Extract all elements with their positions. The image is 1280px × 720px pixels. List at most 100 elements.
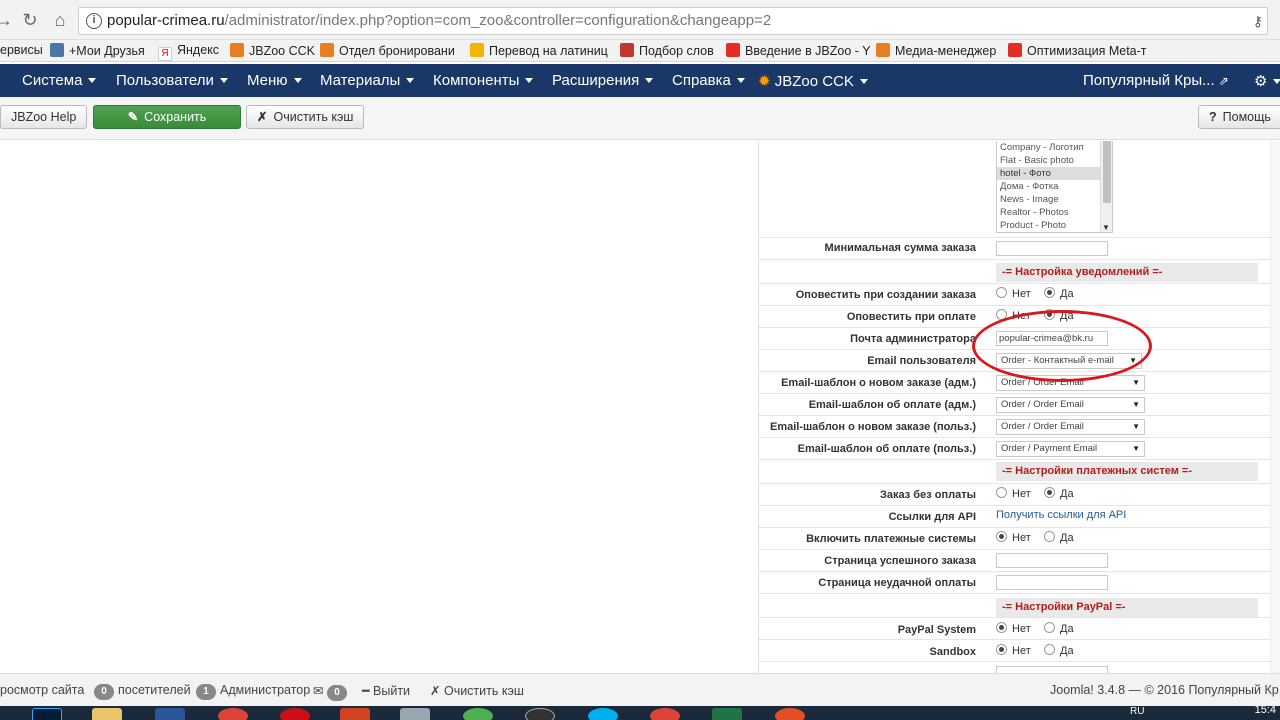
enable-pay-label: Включить платежные системы <box>806 533 976 545</box>
chevron-down-icon[interactable]: ▼ <box>1102 223 1110 232</box>
bookmark-booking[interactable]: Отдел бронировани <box>320 43 455 58</box>
api-links-link[interactable]: Получить ссылки для API <box>996 509 1126 521</box>
chrome-app-icon[interactable] <box>218 708 248 720</box>
enable-pay-no[interactable]: Нет <box>996 531 1031 544</box>
list-item[interactable]: hotel - Фото <box>997 167 1112 180</box>
sandbox-yes[interactable]: Да <box>1044 644 1074 657</box>
tpl-new-admin-row: Email-шаблон о новом заказе (адм.) Order… <box>759 372 1271 394</box>
explorer-app-icon[interactable] <box>92 708 122 720</box>
menu-extensions[interactable]: Расширения <box>552 72 654 89</box>
tpl-pay-admin-select[interactable]: Order / Order Email ▼ <box>996 397 1145 413</box>
excel-app-icon[interactable] <box>712 708 742 720</box>
bookmark-services[interactable]: ервисы <box>0 43 43 57</box>
list-item[interactable]: Дома - Фотка <box>997 180 1112 193</box>
tpl-new-admin-select[interactable]: Order / Order Email ▼ <box>996 375 1145 391</box>
page-scrollbar[interactable] <box>1270 141 1280 673</box>
no-pay-order-yes[interactable]: Да <box>1044 487 1074 500</box>
taskbar-clock[interactable]: 15:4 <box>1255 706 1276 716</box>
site-link[interactable]: Популярный Кры... ⇗ <box>1083 72 1229 89</box>
messages-status[interactable]: ✉ 0 <box>313 683 351 701</box>
tpl-new-user-select[interactable]: Order / Order Email ▼ <box>996 419 1145 435</box>
list-item[interactable]: Product - Photo <box>997 219 1112 232</box>
app-icon-2[interactable] <box>775 708 805 720</box>
image-element-listbox[interactable]: Company - Логотип Flat - Basic photo hot… <box>996 141 1113 233</box>
bookmark-media[interactable]: Медиа-менеджер <box>876 43 996 58</box>
clear-cache-button[interactable]: ✗ Очистить кэш <box>246 105 365 129</box>
user-email-select[interactable]: Order - Контактный e-mail ▼ <box>996 353 1142 369</box>
menu-help[interactable]: Справка <box>672 72 745 89</box>
jbzoo-help-button[interactable]: JBZoo Help <box>0 105 88 129</box>
url-field[interactable]: i popular-crimea.ru/administrator/index.… <box>78 7 1268 35</box>
broom-icon: ✗ <box>430 684 441 698</box>
joomla-icon <box>230 43 244 57</box>
min-order-row: Минимальная сумма заказа <box>759 238 1271 260</box>
notify-create-yes[interactable]: Да <box>1044 287 1074 300</box>
fail-page-input[interactable] <box>996 575 1108 590</box>
word-app-icon[interactable] <box>155 708 185 720</box>
admin-mail-input[interactable]: popular-crimea@bk.ru <box>996 331 1108 346</box>
paypal-system-row: PayPal System Нет Да <box>759 618 1271 640</box>
list-item[interactable]: Realtor - Photos <box>997 206 1112 219</box>
menu-components[interactable]: Компоненты <box>433 72 534 89</box>
messages-count-badge: 0 <box>326 685 347 701</box>
broom-icon: ✗ <box>257 110 268 124</box>
bookmark-wordstat[interactable]: Подбор слов <box>620 43 714 58</box>
key-icon[interactable]: ⚷ <box>1253 8 1263 34</box>
menu-system[interactable]: Система <box>22 72 97 89</box>
dropdown-arrow-icon: ▼ <box>1132 400 1140 409</box>
menu-jbzoo[interactable]: ✹ JBZoo CCK <box>758 72 868 90</box>
torrent-app-icon[interactable] <box>463 708 493 720</box>
notify-section-row: -= Настройка уведомлений =- <box>759 260 1271 284</box>
home-icon[interactable]: ⌂ <box>50 10 70 30</box>
enable-pay-yes[interactable]: Да <box>1044 531 1074 544</box>
chrome-app-icon-2[interactable] <box>650 708 680 720</box>
bookmark-yandex[interactable]: Я Яндекс <box>158 43 219 61</box>
help-button[interactable]: ? Помощь <box>1198 105 1280 129</box>
save-button[interactable]: ✎ Сохранить <box>93 105 241 129</box>
list-item[interactable]: Flat - Basic photo <box>997 154 1112 167</box>
scrollbar-thumb[interactable] <box>1103 141 1111 203</box>
enable-pay-row: Включить платежные системы Нет Да <box>759 528 1271 550</box>
bookmark-translit[interactable]: Перевод на латиниц <box>470 43 608 58</box>
user-menu[interactable]: ⚙ <box>1254 72 1280 90</box>
paypal-system-yes[interactable]: Да <box>1044 622 1074 635</box>
list-item[interactable]: News - Image <box>997 193 1112 206</box>
notify-create-no[interactable]: Нет <box>996 287 1031 300</box>
no-pay-order-no[interactable]: Нет <box>996 487 1031 500</box>
notify-pay-yes[interactable]: Да <box>1044 309 1074 322</box>
logout-link[interactable]: ━ Выйти <box>362 683 410 698</box>
opera-app-icon[interactable] <box>280 708 310 720</box>
menu-menus[interactable]: Меню <box>247 72 302 89</box>
skype-app-icon[interactable] <box>588 708 618 720</box>
min-order-input[interactable] <box>996 241 1108 256</box>
next-input[interactable] <box>996 666 1108 673</box>
list-item[interactable]: Company - Логотип <box>997 141 1112 154</box>
preview-site-link[interactable]: росмотр сайта <box>0 683 84 697</box>
reload-icon[interactable]: ↻ <box>20 10 40 30</box>
notify-pay-no[interactable]: Нет <box>996 309 1031 322</box>
bookmark-youtube-jbzoo[interactable]: Введение в JBZoo - Y <box>726 43 871 58</box>
back-icon[interactable]: → <box>0 10 14 30</box>
info-icon[interactable]: i <box>86 13 102 29</box>
tpl-pay-user-select[interactable]: Order / Payment Email ▼ <box>996 441 1145 457</box>
tpl-pay-user-row: Email-шаблон об оплате (польз.) Order / … <box>759 438 1271 460</box>
sandbox-no[interactable]: Нет <box>996 644 1031 657</box>
language-indicator[interactable]: RU <box>1130 706 1144 717</box>
app-icon[interactable] <box>400 708 430 720</box>
paypal-system-no[interactable]: Нет <box>996 622 1031 635</box>
radio-checked-icon <box>1044 287 1055 298</box>
api-links-row: Ссылки для API Получить ссылки для API <box>759 506 1271 528</box>
statusbar-clear-cache[interactable]: ✗ Очистить кэш <box>430 683 524 698</box>
bookmarks-bar: ервисы +Мои Друзья Я Яндекс JBZoo CCK Отд… <box>0 40 1280 62</box>
powerpoint-app-icon[interactable] <box>340 708 370 720</box>
photoshop-app-icon[interactable] <box>32 708 62 720</box>
listbox-scrollbar[interactable]: ▼ <box>1100 141 1112 232</box>
menu-users[interactable]: Пользователи <box>116 72 228 89</box>
success-page-input[interactable] <box>996 553 1108 568</box>
bookmark-friends[interactable]: +Мои Друзья <box>50 43 145 58</box>
menu-content[interactable]: Материалы <box>320 72 415 89</box>
caret-icon <box>1273 79 1280 84</box>
bookmark-jbzoo[interactable]: JBZoo CCK <box>230 43 315 58</box>
clock-app-icon[interactable] <box>525 708 555 720</box>
bookmark-meta[interactable]: Оптимизация Meta-т <box>1008 43 1147 58</box>
